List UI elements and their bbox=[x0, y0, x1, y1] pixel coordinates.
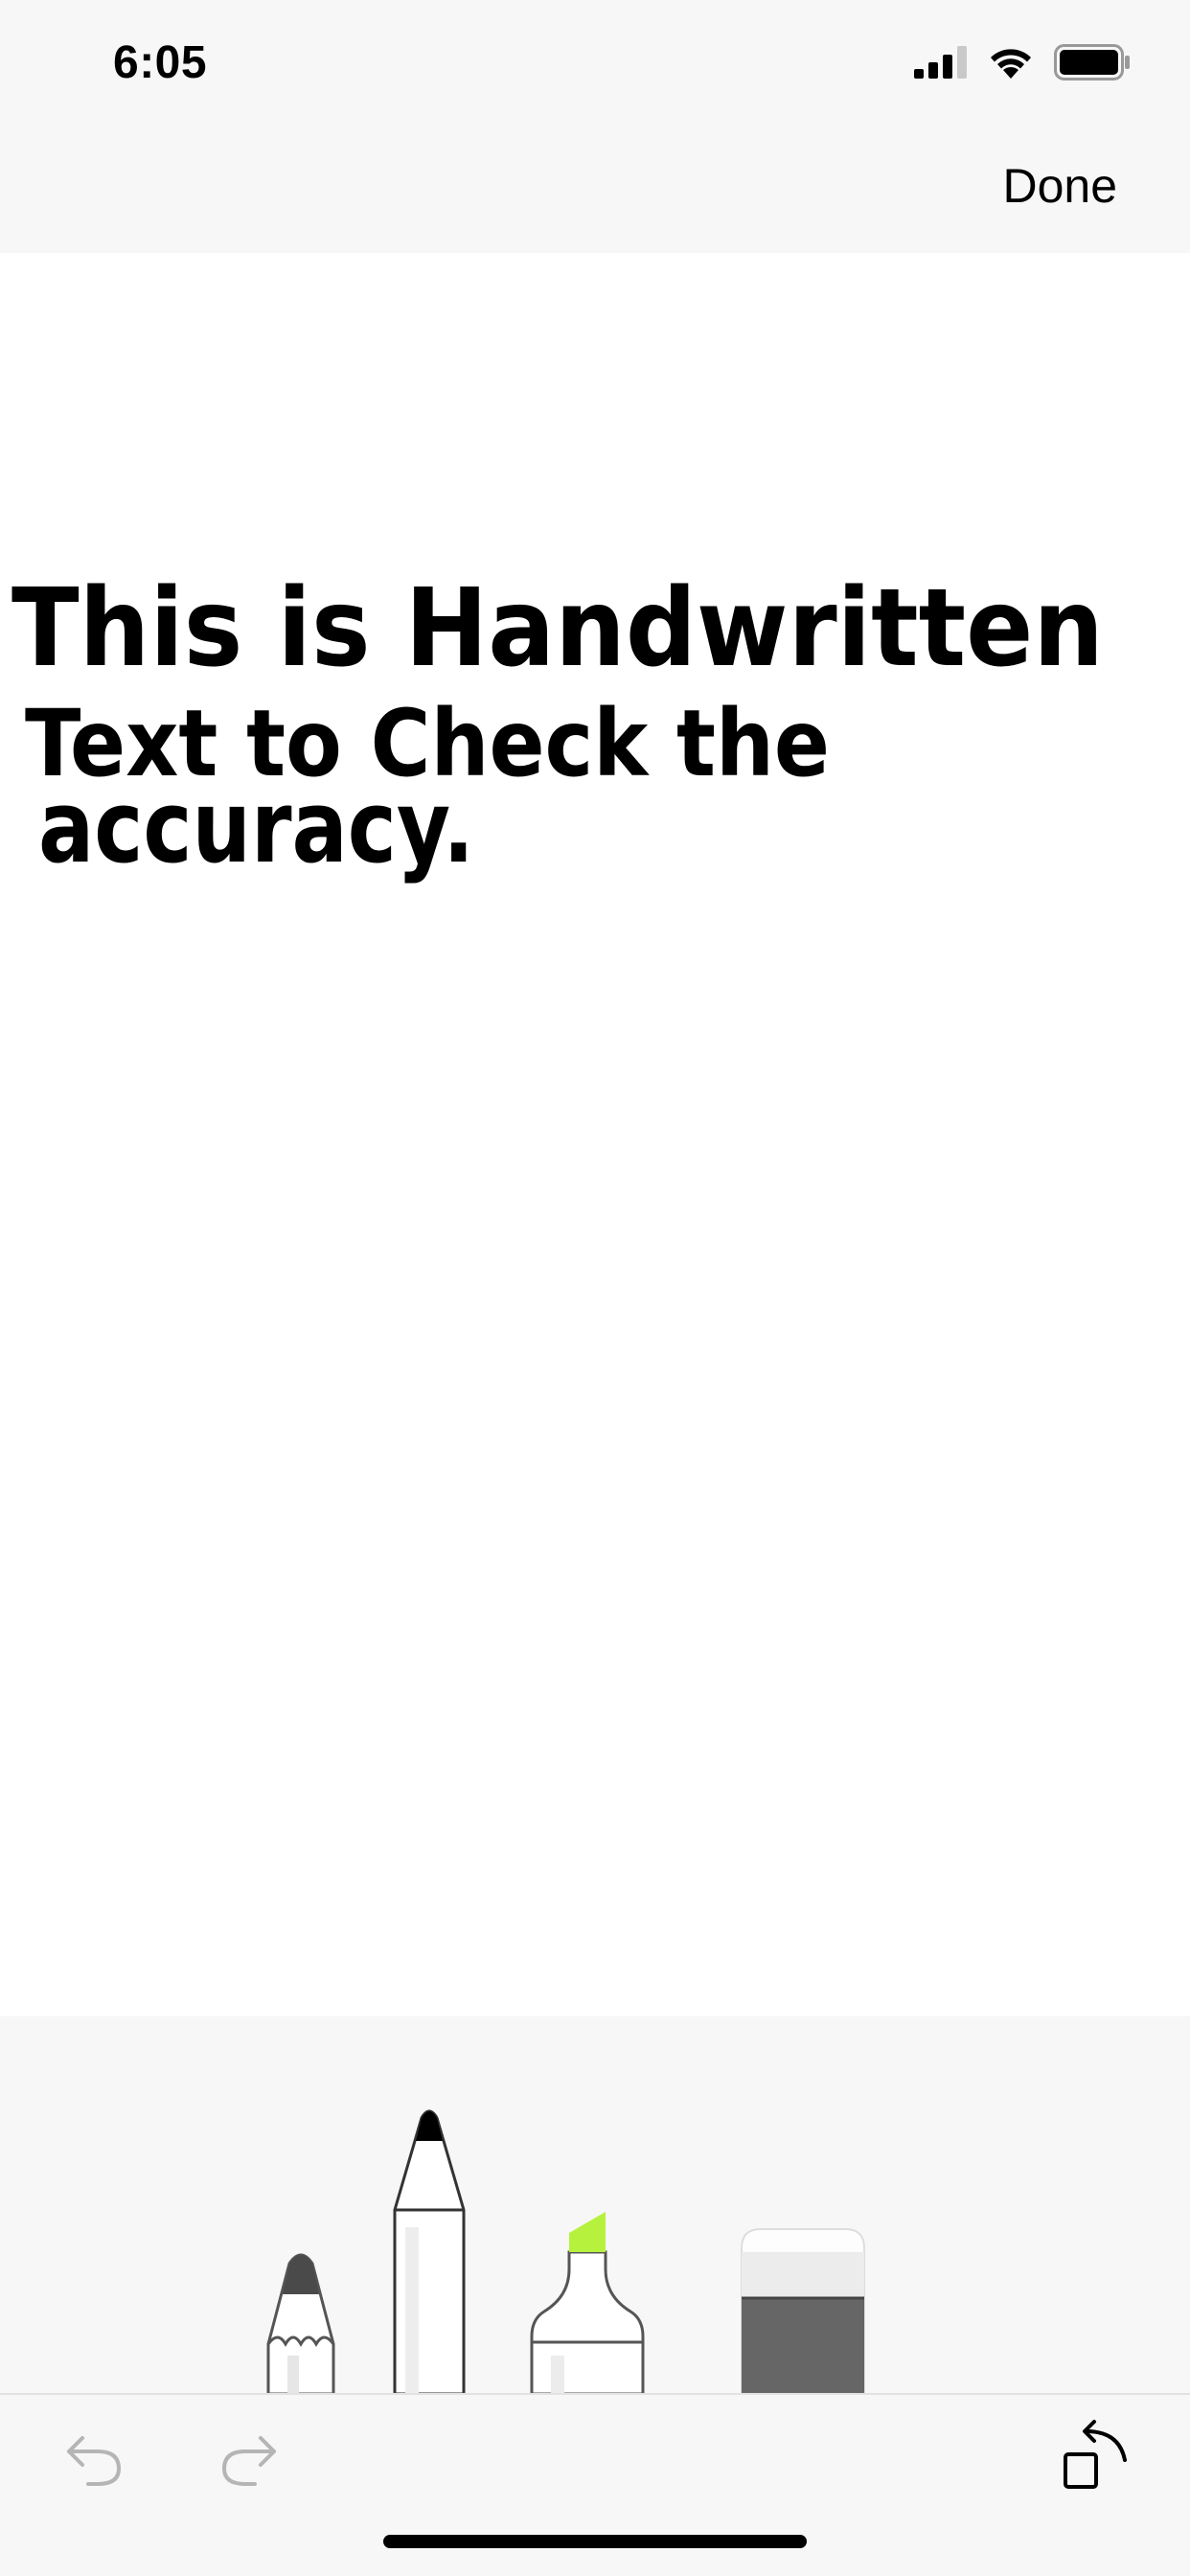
home-indicator bbox=[383, 2535, 807, 2548]
pen-icon[interactable] bbox=[389, 2103, 469, 2394]
handwritten-line: accuracy. bbox=[38, 769, 474, 886]
handwriting-layer: This is Handwritten Text to Check the ac… bbox=[11, 566, 1104, 886]
handwritten-line: This is Handwritten bbox=[11, 566, 1104, 691]
highlighter-icon[interactable] bbox=[529, 2212, 646, 2394]
bottom-toolbar bbox=[0, 2393, 1190, 2576]
tool-palette bbox=[0, 2016, 1190, 2394]
battery-icon bbox=[1054, 44, 1130, 80]
wifi-icon bbox=[991, 49, 1031, 79]
rotate-icon[interactable] bbox=[1062, 2418, 1133, 2491]
undo-icon[interactable] bbox=[63, 2428, 125, 2490]
status-bar: 6:05 bbox=[0, 0, 1190, 125]
drawing-canvas[interactable]: This is Handwritten Text to Check the ac… bbox=[0, 253, 1190, 2016]
status-icons bbox=[914, 44, 1131, 80]
pencil-icon[interactable] bbox=[264, 2244, 337, 2394]
done-button[interactable]: Done bbox=[1002, 158, 1117, 214]
nav-bar: Done bbox=[0, 125, 1190, 253]
status-time: 6:05 bbox=[113, 37, 208, 88]
redo-icon[interactable] bbox=[218, 2428, 280, 2490]
cellular-signal-icon bbox=[914, 46, 967, 79]
eraser-icon[interactable] bbox=[740, 2227, 866, 2394]
